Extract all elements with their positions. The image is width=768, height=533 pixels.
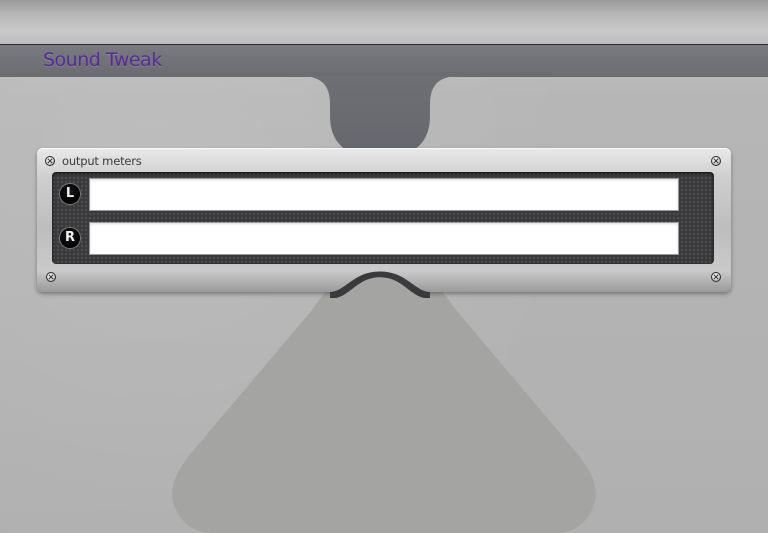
top-band xyxy=(0,0,768,45)
screw-bottom-left-icon xyxy=(46,272,56,282)
title-bar: Sound Tweak xyxy=(0,45,768,77)
channel-badge-right: R xyxy=(59,227,81,249)
app-window: Sound Tweak output meters L R xyxy=(0,0,768,533)
level-meter-left xyxy=(89,178,679,211)
level-meter-right xyxy=(89,222,679,255)
app-title: Sound Tweak xyxy=(43,49,162,71)
channel-row-right: R xyxy=(52,219,714,257)
screw-bottom-right-icon xyxy=(711,272,721,282)
channel-row-left: L xyxy=(52,175,714,213)
screw-top-left-icon xyxy=(45,156,55,166)
meter-well: L R xyxy=(52,172,714,264)
lower-backdrop-shape xyxy=(172,280,596,533)
bottom-knob-tab xyxy=(330,271,430,298)
screw-top-right-icon xyxy=(711,156,721,166)
panel-title: output meters xyxy=(62,154,142,168)
channel-badge-left: L xyxy=(59,183,81,205)
